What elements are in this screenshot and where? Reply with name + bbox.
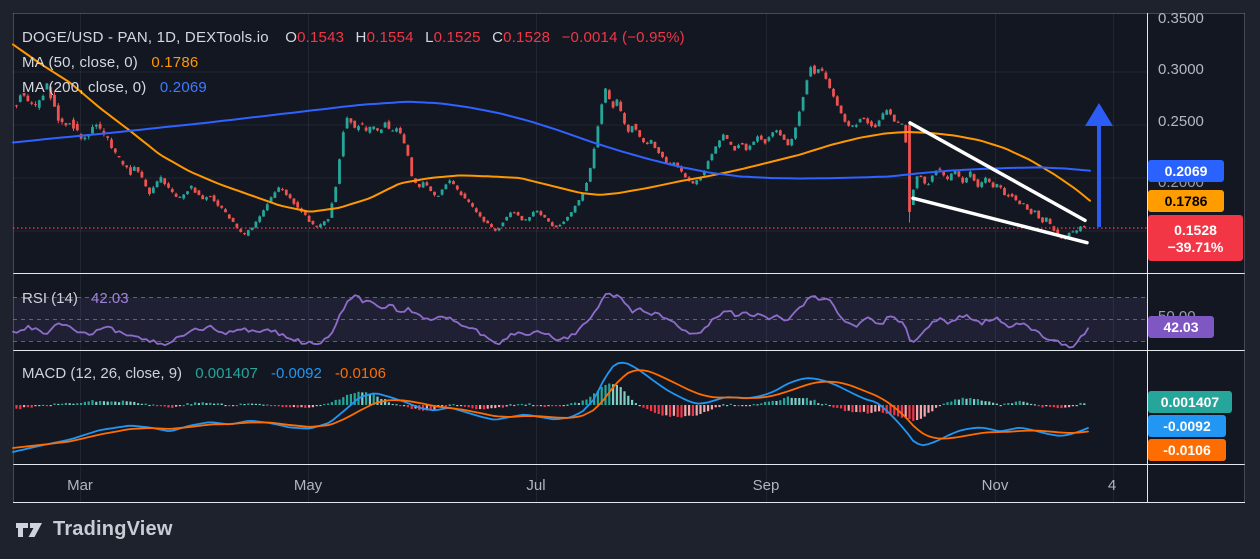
ma50-label: MA (50, close, 0) <box>22 54 138 71</box>
low-value: 0.1525 <box>433 29 481 46</box>
ma200-label: MA (200, close, 0) <box>22 79 147 96</box>
ma200-legend[interactable]: MA (200, close, 0) 0.2069 <box>22 79 207 96</box>
macd-line-badge: -0.0092 <box>1148 415 1226 437</box>
symbol-legend[interactable]: DOGE/USD - PAN, 1D, DEXTools.io O0.1543 … <box>22 29 692 46</box>
time-label-May: May <box>293 477 323 494</box>
change-value: −0.0014 (−0.95%) <box>561 29 685 46</box>
tradingview-chart-window: DOGE/USD - PAN, 1D, DEXTools.io O0.1543 … <box>0 0 1260 559</box>
price-tick-0.3500: 0.3500 <box>1158 10 1204 27</box>
time-label-Nov: Nov <box>981 477 1009 494</box>
macd-legend[interactable]: MACD (12, 26, close, 9) 0.001407 -0.0092… <box>22 365 386 382</box>
close-label: C <box>492 29 504 46</box>
macd-line-value: -0.0092 <box>270 365 322 382</box>
high-value: 0.1554 <box>366 29 414 46</box>
last-price: 0.1528 <box>1174 221 1217 238</box>
macd-hist-badge: 0.001407 <box>1148 391 1232 413</box>
macd-signal-value: -0.0106 <box>335 365 386 382</box>
macd-label: MACD (12, 26, close, 9) <box>22 365 183 382</box>
rsi-label: RSI (14) <box>22 290 78 307</box>
macd-hist-value: 0.001407 <box>195 365 258 382</box>
rsi-badge: 42.03 <box>1148 316 1214 338</box>
price-tick-0.2500: 0.2500 <box>1158 113 1204 130</box>
time-label-4: 4 <box>1107 477 1117 494</box>
macd-signal-badge: -0.0106 <box>1148 439 1226 461</box>
time-label-Mar: Mar <box>67 477 93 494</box>
ma50-price-badge: 0.1786 <box>1148 190 1224 212</box>
open-value: 0.1543 <box>297 29 345 46</box>
high-label: H <box>355 29 367 46</box>
symbol-title: DOGE/USD - PAN, 1D, DEXTools.io <box>22 29 269 46</box>
tradingview-logo-text: TradingView <box>53 518 173 540</box>
ma200-value: 0.2069 <box>159 79 207 96</box>
close-value: 0.1528 <box>503 29 551 46</box>
ma200-price-badge: 0.2069 <box>1148 160 1224 182</box>
ma50-value: 0.1786 <box>151 54 199 71</box>
tradingview-logo[interactable]: TradingView <box>15 518 173 541</box>
low-label: L <box>425 29 434 46</box>
rsi-value: 42.03 <box>91 290 129 307</box>
price-tick-0.3000: 0.3000 <box>1158 61 1204 78</box>
time-label-Jul: Jul <box>526 477 546 494</box>
ma50-legend[interactable]: MA (50, close, 0) 0.1786 <box>22 54 198 71</box>
last-price-badge: 0.1528 −39.71% <box>1148 215 1243 261</box>
time-axis[interactable] <box>13 464 1147 502</box>
time-label-Sep: Sep <box>752 477 780 494</box>
last-price-pct: −39.71% <box>1167 238 1224 255</box>
tradingview-logo-icon <box>16 522 42 537</box>
rsi-legend[interactable]: RSI (14) 42.03 <box>22 290 129 307</box>
open-label: O <box>285 29 298 46</box>
